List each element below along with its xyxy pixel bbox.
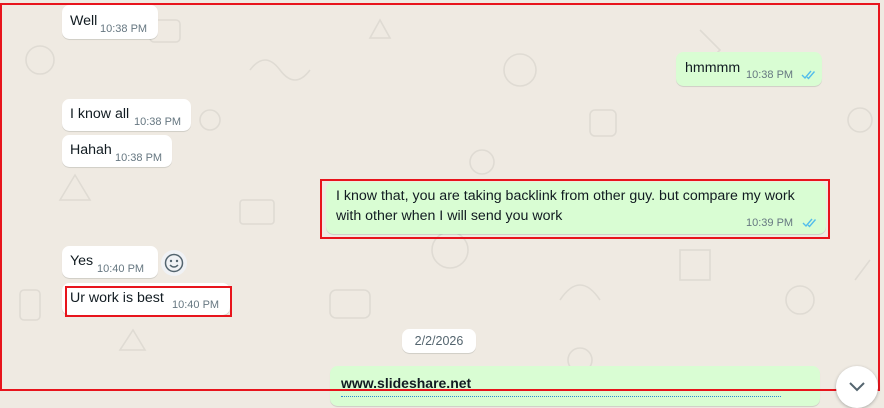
message-timestamp: 10:38 PM <box>746 69 794 81</box>
double-check-icon <box>801 70 816 80</box>
message-timestamp: 10:38 PM <box>100 23 148 35</box>
message-timestamp: 10:39 PM <box>746 217 794 229</box>
chevron-down-icon <box>849 382 865 392</box>
message-bubble-incoming[interactable]: Yes 10:40 PM <box>62 246 158 278</box>
double-check-icon <box>802 218 817 228</box>
message-text: Hahah <box>70 142 112 158</box>
message-timestamp: 10:38 PM <box>134 116 182 128</box>
date-divider: 2/2/2026 <box>402 329 476 353</box>
message-text-line-1: I know that, you are taking backlink fro… <box>336 188 795 204</box>
message-bubble-incoming[interactable]: Hahah 10:38 PM <box>62 135 172 167</box>
message-bubble-incoming[interactable]: Ur work is best 10:40 PM <box>62 283 230 315</box>
smiley-icon <box>164 253 184 273</box>
react-emoji-button[interactable] <box>161 250 187 276</box>
message-text: Yes <box>70 253 94 269</box>
message-bubble-outgoing[interactable]: hmmmm 10:38 PM <box>676 52 822 86</box>
message-text: Well <box>70 13 98 29</box>
link-preview-title[interactable]: www.slideshare.net <box>341 375 471 391</box>
message-bubble-outgoing[interactable]: I know that, you are taking backlink fro… <box>326 182 826 234</box>
message-text: hmmmm <box>685 60 741 76</box>
message-text: I know all <box>70 106 130 122</box>
link-preview-bubble[interactable]: www.slideshare.net <box>330 366 820 406</box>
message-bubble-incoming[interactable]: Well 10:38 PM <box>62 5 158 39</box>
message-text: Ur work is best <box>70 290 164 306</box>
message-text-line-2: with other when I will send you work <box>336 208 563 224</box>
scroll-to-bottom-button[interactable] <box>836 366 878 408</box>
message-timestamp: 10:40 PM <box>97 263 145 275</box>
message-bubble-incoming[interactable]: I know all 10:38 PM <box>62 99 191 131</box>
message-timestamp: 10:38 PM <box>115 152 163 164</box>
message-timestamp: 10:40 PM <box>172 299 220 311</box>
